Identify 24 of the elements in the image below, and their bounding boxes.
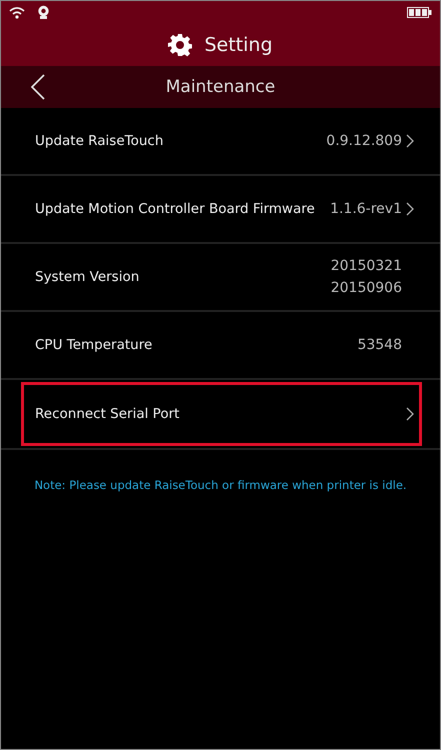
note-text: Note: Please update RaiseTouch or firmware when printer is idle. [33, 478, 408, 492]
row-value: 53548 [357, 336, 402, 355]
row-value: 1.1.6-rev1 [330, 200, 402, 219]
settings-row[interactable]: Update RaiseTouch 0.9.12.809 [1, 108, 440, 176]
webcam-icon [37, 5, 50, 19]
chevron-icon [406, 202, 414, 216]
highlighted-row[interactable]: Reconnect Serial Port [21, 382, 422, 446]
row-label: CPU Temperature [35, 337, 154, 353]
header-title: Setting [204, 34, 273, 56]
battery-icon [407, 6, 432, 18]
row-label: System Version [35, 269, 140, 285]
page-title: Maintenance [166, 77, 276, 97]
row-label: Update RaiseTouch [35, 133, 164, 149]
back-button[interactable] [29, 74, 47, 100]
row-value: 20150321 [330, 257, 402, 276]
chevron-icon [406, 134, 414, 148]
wifi-icon [9, 6, 25, 18]
chevron-icon [406, 407, 414, 421]
row-label: Update Motion Controller Board Firmware [35, 201, 316, 217]
row-value: 0.9.12.809 [326, 132, 402, 151]
row-label: Reconnect Serial Port [35, 406, 180, 422]
settings-row[interactable]: Update Motion Controller Board Firmware 1.1.6-rev1 [1, 176, 440, 244]
row-value: 20150906 [330, 279, 402, 298]
gear-icon [168, 32, 192, 56]
